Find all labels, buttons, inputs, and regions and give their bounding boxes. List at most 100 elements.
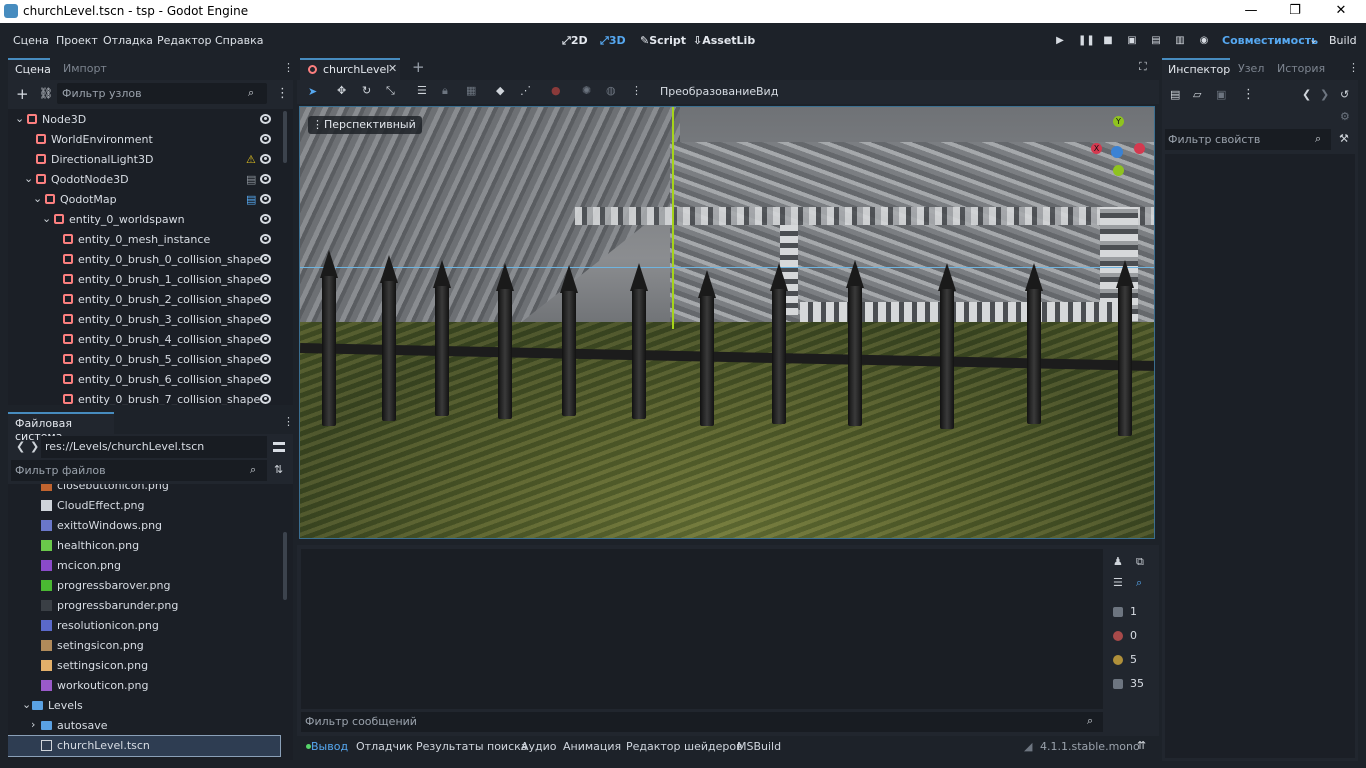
maximize-button[interactable]: ❐ bbox=[1272, 0, 1318, 23]
clear-output-icon[interactable]: ♟ bbox=[1113, 555, 1123, 568]
visibility-eye-icon[interactable] bbox=[260, 374, 271, 384]
dock-menu-icon[interactable]: ⋮ bbox=[283, 61, 294, 74]
visibility-eye-icon[interactable] bbox=[260, 394, 271, 404]
editor-message-counter[interactable]: 35 bbox=[1106, 673, 1152, 695]
tab-filesystem[interactable]: Файловая система bbox=[8, 412, 114, 443]
script-icon[interactable]: ▤ bbox=[246, 193, 256, 206]
file-filter-input[interactable]: Фильтр файлов ⌕ bbox=[11, 460, 267, 481]
path-field[interactable]: res://Levels/churchLevel.tscn bbox=[41, 436, 267, 458]
copy-icon[interactable]: ⧉ bbox=[1136, 555, 1144, 569]
dock-menu-icon[interactable]: ⋮ bbox=[1348, 61, 1359, 74]
split-mode-icon[interactable] bbox=[273, 442, 285, 452]
back-icon[interactable]: ❮ bbox=[16, 440, 25, 453]
bottom-tab[interactable]: Вывод bbox=[311, 740, 348, 753]
lock-icon[interactable]: 🔒︎ bbox=[442, 84, 448, 98]
bottom-tab[interactable]: Отладчик bbox=[356, 740, 413, 753]
menu-editor[interactable]: Редактор bbox=[157, 34, 212, 47]
warning-counter[interactable]: 5 bbox=[1106, 649, 1152, 671]
distraction-free-icon[interactable]: ⛶ bbox=[1139, 60, 1147, 74]
property-filter-input[interactable]: Фильтр свойств ⌕ bbox=[1165, 129, 1331, 150]
visibility-eye-icon[interactable] bbox=[260, 174, 271, 184]
file-item[interactable]: CloudEffect.png bbox=[8, 496, 280, 516]
minimize-button[interactable]: — bbox=[1228, 0, 1274, 23]
perspective-menu[interactable]: ⋮ Перспективный bbox=[308, 116, 422, 134]
chevron-right-icon[interactable]: › bbox=[31, 718, 35, 731]
error-counter[interactable]: 0 bbox=[1106, 625, 1152, 647]
environment-icon[interactable]: ◍ bbox=[606, 84, 616, 97]
sun-icon[interactable]: ✺ bbox=[582, 84, 591, 97]
menu-debug[interactable]: Отладка bbox=[103, 34, 153, 47]
dock-menu-icon[interactable]: ⋮ bbox=[283, 415, 294, 428]
add-node-icon[interactable]: + bbox=[16, 85, 29, 103]
chevron-down-icon[interactable]: ⌄ bbox=[42, 212, 51, 225]
snap-icon[interactable]: ⋰ bbox=[520, 84, 531, 97]
tree-node[interactable]: WorldEnvironment bbox=[8, 130, 278, 150]
visibility-eye-icon[interactable] bbox=[260, 334, 271, 344]
file-item[interactable]: settingsicon.png bbox=[8, 656, 280, 676]
play-icon[interactable]: ▶ bbox=[1054, 35, 1066, 46]
property-tools-icon[interactable]: ⚒ bbox=[1339, 132, 1349, 145]
file-item[interactable]: resolutionicon.png bbox=[8, 616, 280, 636]
tree-node[interactable]: entity_0_brush_3_collision_shape bbox=[8, 310, 278, 330]
visibility-eye-icon[interactable] bbox=[260, 274, 271, 284]
file-item[interactable]: progressbarunder.png bbox=[8, 596, 280, 616]
scale-tool-icon[interactable]: ⤡ bbox=[386, 84, 395, 98]
history-icon[interactable]: ↺ bbox=[1340, 88, 1349, 101]
visibility-eye-icon[interactable] bbox=[260, 154, 271, 164]
link-icon[interactable]: ⛓ bbox=[39, 87, 53, 100]
tab-scene[interactable]: Сцена bbox=[8, 58, 51, 80]
file-tree-scrollbar[interactable] bbox=[283, 532, 287, 600]
remote-debug-icon[interactable]: ▣ bbox=[1126, 35, 1138, 46]
collapse-icon[interactable]: ☰ bbox=[1113, 576, 1123, 589]
axis-gizmo[interactable]: Y X bbox=[1085, 113, 1149, 179]
visibility-eye-icon[interactable] bbox=[260, 314, 271, 324]
select-tool-icon[interactable]: ➤ bbox=[308, 85, 317, 98]
visibility-eye-icon[interactable] bbox=[260, 114, 271, 124]
file-item[interactable]: Levels ⌄ bbox=[8, 696, 280, 716]
new-resource-icon[interactable]: ▤ bbox=[1170, 88, 1180, 101]
tree-node[interactable]: entity_0_brush_0_collision_shape bbox=[8, 250, 278, 270]
tab-inspector[interactable]: Инспектор bbox=[1162, 58, 1230, 80]
node-filter-input[interactable]: Фильтр узлов ⌕ bbox=[57, 83, 267, 104]
tree-node[interactable]: ⌄ entity_0_worldspawn bbox=[8, 210, 278, 230]
group-icon[interactable]: ▦ bbox=[466, 84, 476, 97]
file-item[interactable]: progressbarover.png bbox=[8, 576, 280, 596]
neg-x-axis-handle[interactable] bbox=[1134, 143, 1145, 154]
play-custom-scene-icon[interactable]: ▥ bbox=[1174, 35, 1186, 46]
3d-viewport[interactable]: ⋮ Перспективный Y X bbox=[299, 106, 1155, 539]
tree-node[interactable]: entity_0_brush_4_collision_shape bbox=[8, 330, 278, 350]
workspace-2d-button[interactable]: ⤢2D bbox=[562, 34, 588, 48]
message-counter[interactable]: 1 bbox=[1106, 601, 1152, 623]
movie-maker-icon[interactable]: ◉ bbox=[1198, 35, 1210, 46]
y-axis-handle[interactable]: Y bbox=[1113, 116, 1124, 127]
forward-icon[interactable]: ❯ bbox=[30, 440, 39, 453]
close-tab-icon[interactable]: ✕ bbox=[388, 62, 397, 75]
tab-node[interactable]: Узел bbox=[1238, 62, 1264, 75]
neg-y-axis-handle[interactable] bbox=[1113, 165, 1124, 176]
rotate-tool-icon[interactable]: ↻ bbox=[362, 84, 371, 97]
warning-icon[interactable]: ⚠ bbox=[246, 153, 256, 166]
search-toggle-icon[interactable]: ⌕ bbox=[1136, 576, 1142, 590]
forward-icon[interactable]: ❯ bbox=[1320, 88, 1329, 101]
z-axis-handle[interactable] bbox=[1111, 146, 1123, 158]
more-icon[interactable]: ⋮ bbox=[631, 84, 642, 97]
bottom-tab[interactable]: Результаты поиска bbox=[416, 740, 528, 753]
visibility-eye-icon[interactable] bbox=[260, 134, 271, 144]
file-item[interactable]: workouticon.png bbox=[8, 676, 280, 696]
renderer-select[interactable]: Совместимость bbox=[1222, 34, 1318, 47]
visibility-eye-icon[interactable] bbox=[260, 234, 271, 244]
move-tool-icon[interactable]: ✥ bbox=[337, 84, 346, 97]
menu-help[interactable]: Справка bbox=[215, 34, 263, 47]
bottom-tab[interactable]: Аудио bbox=[521, 740, 557, 753]
tree-node[interactable]: ⌄ QodotMap ▤ bbox=[8, 190, 278, 210]
scene-tree-scrollbar[interactable] bbox=[283, 111, 287, 163]
file-item[interactable]: churchLevel.tscn bbox=[8, 735, 281, 757]
new-scene-tab-button[interactable]: + bbox=[412, 58, 425, 76]
tree-node[interactable]: entity_0_brush_5_collision_shape bbox=[8, 350, 278, 370]
tab-churchlevel[interactable]: churchLevel ✕ bbox=[300, 58, 400, 80]
chevron-down-icon[interactable]: ⌄ bbox=[22, 698, 31, 711]
file-item[interactable]: mcicon.png bbox=[8, 556, 280, 576]
file-item[interactable]: autosave › bbox=[8, 716, 280, 736]
tree-node[interactable]: DirectionalLight3D ⚠ bbox=[8, 150, 278, 170]
tree-node[interactable]: entity_0_brush_6_collision_shape bbox=[8, 370, 278, 390]
